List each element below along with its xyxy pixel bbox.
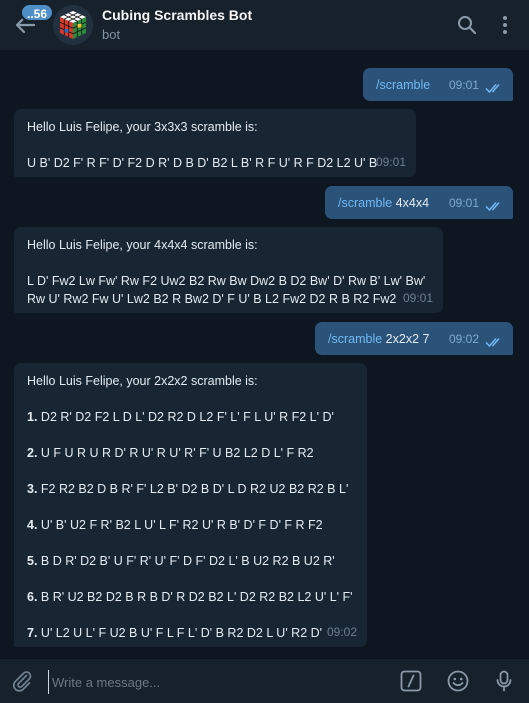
emoji-icon[interactable] (446, 669, 470, 693)
chat-header: ..56 Cubing Scrambles Bot bot (0, 0, 529, 51)
rubiks-cube-icon (53, 5, 93, 45)
message-time: 09:01 (448, 78, 479, 92)
command-args: 4x4x4 (392, 196, 430, 210)
microphone-icon[interactable] (492, 669, 516, 693)
bot-avatar[interactable] (53, 5, 93, 45)
scramble-list-item: 4. U' B' U2 F R' B2 L U' L F' R2 U' R B'… (27, 518, 323, 532)
chat-subtitle: bot (102, 27, 121, 42)
attach-icon[interactable] (10, 669, 34, 693)
incoming-message[interactable]: Hello Luis Felipe, your 2x2x2 scramble i… (14, 363, 367, 647)
message-greeting: Hello Luis Felipe, your 3x3x3 scramble i… (27, 120, 258, 134)
chat-title: Cubing Scrambles Bot (102, 7, 253, 23)
more-vertical-icon[interactable] (493, 13, 517, 37)
search-icon[interactable] (455, 13, 479, 37)
bot-command-link[interactable]: /scramble (328, 332, 382, 346)
bot-command-icon[interactable] (399, 669, 423, 693)
message-greeting: Hello Luis Felipe, your 2x2x2 scramble i… (27, 374, 258, 388)
command-args: 2x2x2 7 (382, 332, 430, 346)
double-check-icon (485, 202, 500, 212)
bot-command-link[interactable]: /scramble (338, 196, 392, 210)
scramble-list-item: 2. U F U R U R D' R U' R U' R' F' U B2 L… (27, 446, 314, 460)
message-time: 09:02 (448, 332, 479, 346)
message-time: 09:01 (402, 291, 433, 305)
scramble-list-item: 7. U' L2 U L' F U2 B U' F L F L' D' B R2… (27, 626, 323, 640)
unread-count-badge: ..56 (20, 3, 55, 22)
scramble-list-item: 1. D2 R' D2 F2 L D L' D2 R2 D L2 F' L' F… (27, 410, 334, 424)
double-check-icon (485, 338, 500, 348)
incoming-message[interactable]: Hello Luis Felipe, your 4x4x4 scramble i… (14, 227, 443, 313)
message-time: 09:01 (448, 196, 479, 210)
scramble-text-line-2: Rw U' Rw2 Fw U' Lw2 B2 R Bw2 D' F U' B L… (27, 292, 397, 306)
scramble-list-item: 3. F2 R2 B2 D B R' F' L2 B' D2 B D' L D … (27, 482, 349, 496)
scramble-text-line-1: L D' Fw2 Lw Fw' Rw F2 Uw2 B2 Rw Bw Dw2 B… (27, 274, 426, 288)
message-composer (0, 658, 529, 703)
message-greeting: Hello Luis Felipe, your 4x4x4 scramble i… (27, 238, 258, 252)
message-input[interactable] (48, 670, 384, 694)
outgoing-message[interactable]: /scramble 2x2x2 7 09:02 (315, 322, 513, 355)
outgoing-message[interactable]: /scramble 4x4x4 09:01 (325, 186, 513, 219)
incoming-message[interactable]: Hello Luis Felipe, your 3x3x3 scramble i… (14, 109, 416, 177)
message-time: 09:01 (375, 155, 406, 169)
double-check-icon (485, 84, 500, 94)
scramble-text: U B' D2 F' R F' D' F2 D R' D B D' B2 L B… (27, 156, 378, 170)
outgoing-message[interactable]: /scramble 09:01 (363, 68, 513, 101)
scramble-list-item: 5. B D R' D2 B' U F' R' U' F' D F' D2 L'… (27, 554, 335, 568)
message-time: 09:02 (326, 625, 357, 639)
bot-command-link[interactable]: /scramble (376, 78, 430, 92)
scramble-list-item: 6. B R' U2 B2 D2 B R B D' R D2 B2 L' D2 … (27, 590, 353, 604)
